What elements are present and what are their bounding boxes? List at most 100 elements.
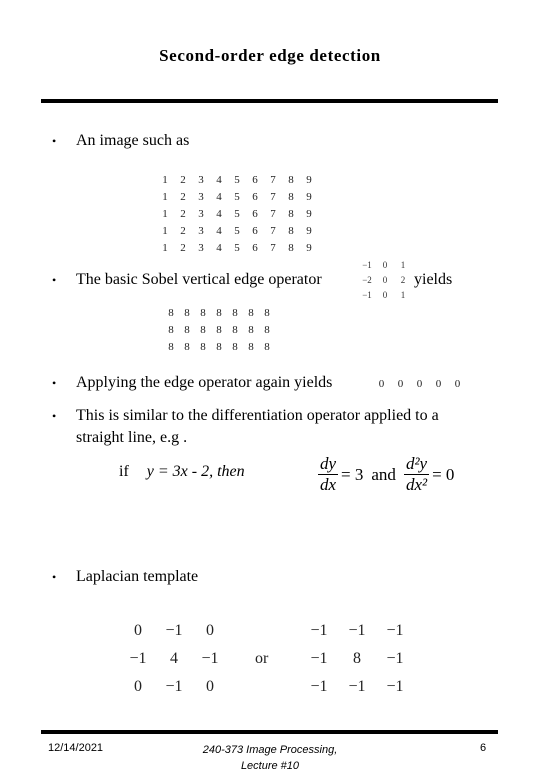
matrix-cell: 1 [162,242,168,254]
matrix-cell: 6 [252,174,258,186]
matrix-cell: 9 [306,174,312,186]
matrix-cell: 3 [198,174,204,186]
matrix-cell: 8 [168,307,174,319]
matrix-cell: −1 [165,622,183,639]
matrix-cell: −1 [348,678,366,695]
matrix-cell: 0 [134,678,142,695]
image-matrix-row: 123456789 [156,240,318,257]
matrix-cell: 7 [270,225,276,237]
zero-row: 00000 [372,376,467,393]
sobel-operator-matrix: −1 0 1 −2 0 2 −1 0 1 [358,258,412,303]
equals-zero: = 0 [432,464,455,484]
matrix-cell: 0 [382,260,388,270]
matrix-cell: 7 [270,174,276,186]
matrix-cell: 8 [200,341,206,353]
sobel-result-row: 8888888 [163,305,275,322]
matrix-cell: 8 [184,324,190,336]
matrix-cell: 1 [162,225,168,237]
matrix-cell: 8 [248,324,254,336]
matrix-cell: 8 [248,307,254,319]
matrix-cell: 0 [382,275,388,285]
bullet-icon: • [52,376,57,390]
matrix-cell: 7 [270,208,276,220]
matrix-cell: 5 [234,208,240,220]
footer-page-number: 6 [480,742,487,754]
matrix-cell: 8 [232,307,238,319]
matrix-cell: 9 [306,208,312,220]
bullet-sobel-text: The basic Sobel vertical edge operator [76,271,322,288]
image-matrix-row: 123456789 [156,172,318,189]
bullet-icon: • [52,134,57,148]
matrix-cell: 8 [232,324,238,336]
matrix-cell: 6 [252,242,258,254]
matrix-cell: 2 [180,191,186,203]
matrix-cell: 8 [232,341,238,353]
matrix-cell: 4 [216,208,222,220]
bullet-icon: • [52,570,57,584]
matrix-cell: 6 [252,208,258,220]
matrix-cell: 8 [288,208,294,220]
matrix-cell: 6 [252,191,258,203]
bullet-image-such-as: An image such as [76,132,190,149]
matrix-cell: 5 [234,191,240,203]
matrix-cell: 9 [306,242,312,254]
matrix-cell: 5 [234,225,240,237]
bullet-icon: • [52,409,57,423]
matrix-cell: 3 [198,225,204,237]
matrix-cell: 4 [216,174,222,186]
matrix-cell: 9 [306,225,312,237]
footer-course: 240-373 Image Processing, Lecture #10 [170,742,370,774]
footer-date: 12/14/2021 [48,742,104,754]
laplacian-row: 0 −1 0 [120,673,228,701]
bullet-icon: • [52,273,57,287]
matrix-cell: 0 [435,378,442,390]
matrix-cell: 4 [216,225,222,237]
matrix-cell: 8 [216,341,222,353]
footer-course-line1: 240-373 Image Processing, [202,744,338,756]
matrix-cell: 0 [416,378,423,390]
laplacian-row: 0 −1 0 [120,617,228,645]
matrix-cell: 5 [234,242,240,254]
matrix-cell: 4 [170,650,178,667]
matrix-cell: −1 [386,650,404,667]
bullet-apply-again: Applying the edge operator again yields [76,374,333,391]
matrix-cell: 8 [264,307,270,319]
matrix-cell: 8 [288,174,294,186]
matrix-cell: −1 [362,290,372,300]
matrix-cell: 8 [288,225,294,237]
matrix-cell: −1 [310,678,328,695]
matrix-cell: 0 [378,378,385,390]
y-expression: y = 3x - 2, then [146,463,245,480]
matrix-cell: 0 [206,622,214,639]
if-label: if [119,463,129,480]
bullet-sobel-yields: yields [414,271,453,288]
matrix-cell: 2 [180,225,186,237]
sobel-row: −1 0 1 [358,258,412,273]
matrix-cell: 8 [248,341,254,353]
laplacian-row: −1 4 −1 [120,645,228,673]
matrix-cell: 6 [252,225,258,237]
matrix-cell: −1 [386,678,404,695]
matrix-cell: 4 [216,242,222,254]
and-text: and [371,464,396,484]
matrix-cell: 2 [180,208,186,220]
matrix-cell: 8 [288,191,294,203]
matrix-cell: 3 [198,191,204,203]
matrix-cell: 8 [353,650,361,667]
laplacian-row: −1 8 −1 [300,645,414,673]
matrix-cell: 8 [184,307,190,319]
matrix-cell: 8 [216,307,222,319]
matrix-cell: 9 [306,191,312,203]
footer-rule [41,730,498,734]
matrix-cell: 4 [216,191,222,203]
matrix-cell: −1 [348,622,366,639]
second-derivative-fraction: d²y dx² [403,454,430,494]
matrix-cell: 5 [234,174,240,186]
matrix-cell: −1 [362,260,372,270]
matrix-cell: 8 [288,242,294,254]
matrix-cell: 8 [168,341,174,353]
laplacian-8-matrix: −1 −1 −1 −1 8 −1 −1 −1 −1 [300,617,414,701]
matrix-cell: 8 [200,307,206,319]
derivative-equation: dy dx = 3 and d²y dx² = 0 [318,454,454,495]
matrix-cell: 8 [264,341,270,353]
